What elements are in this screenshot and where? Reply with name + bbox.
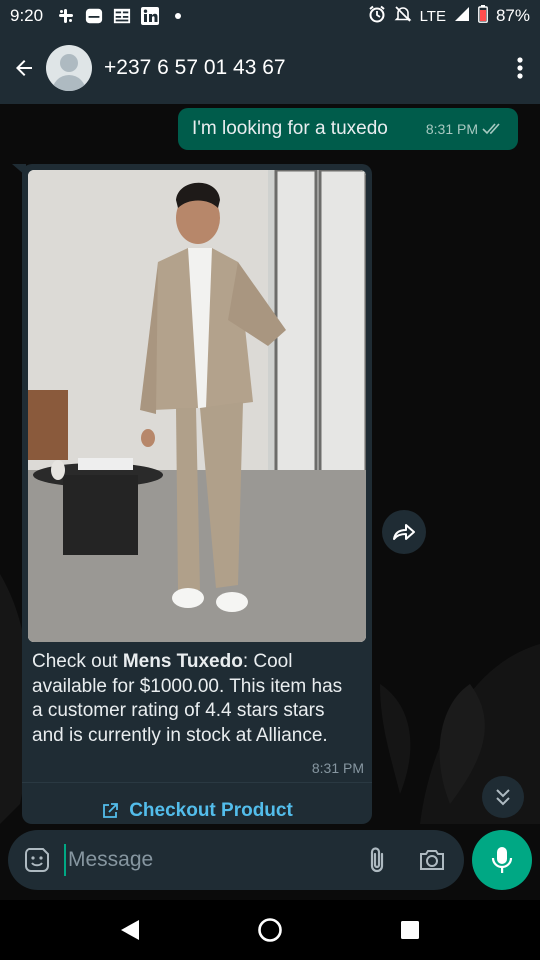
network-label: LTE <box>419 7 446 25</box>
signal-icon <box>454 6 470 27</box>
message-text-prefix: Check out <box>32 651 123 672</box>
tuxedo-photo <box>28 170 366 642</box>
nav-recents-button[interactable] <box>386 906 434 954</box>
scroll-to-bottom-button[interactable] <box>482 776 524 818</box>
camera-button[interactable] <box>412 840 452 880</box>
voice-record-button[interactable] <box>472 830 532 890</box>
chat-header: +237 6 57 01 43 67 <box>0 32 540 104</box>
outgoing-message-time: 8:31 PM <box>425 121 478 137</box>
contact-name[interactable]: +237 6 57 01 43 67 <box>104 56 286 80</box>
more-vert-icon <box>517 57 523 79</box>
forward-button[interactable] <box>382 510 426 554</box>
paperclip-icon <box>370 847 384 873</box>
message-icon <box>85 7 103 25</box>
text-cursor <box>64 844 66 876</box>
slack-icon <box>57 7 75 25</box>
emoji-button[interactable] <box>20 843 54 877</box>
status-time: 9:20 <box>10 6 44 25</box>
double-check-icon <box>482 123 500 135</box>
outgoing-message-meta: 8:31 PM <box>426 121 504 137</box>
forward-icon <box>393 524 415 540</box>
double-chevron-down-icon <box>496 789 510 806</box>
outgoing-message-text: I'm looking for a tuxedo <box>192 118 388 139</box>
incoming-message-text: Check out Mens Tuxedo: Cool available fo… <box>32 650 352 748</box>
triangle-back-icon <box>121 920 139 940</box>
overflow-menu-button[interactable] <box>500 46 540 90</box>
message-composer <box>8 830 464 890</box>
checkout-product-button[interactable]: Checkout Product <box>22 794 372 824</box>
circle-home-icon <box>258 918 282 942</box>
product-name: Mens Tuxedo <box>122 651 243 672</box>
system-navigation-bar <box>0 900 540 960</box>
bubble-divider <box>22 782 372 783</box>
incoming-message[interactable]: Check out Mens Tuxedo: Cool available fo… <box>22 164 372 824</box>
notification-icons <box>57 7 187 25</box>
status-bar: 9:20 LTE 87% <box>0 0 540 32</box>
status-right: LTE 87% <box>368 4 530 28</box>
alarm-icon <box>368 5 386 28</box>
back-arrow-icon <box>16 60 32 76</box>
avatar[interactable] <box>46 45 92 91</box>
microphone-icon <box>491 847 513 873</box>
nav-back-button[interactable] <box>106 906 154 954</box>
dot-icon <box>169 7 187 25</box>
linkedin-icon <box>141 7 160 25</box>
attach-button[interactable] <box>360 840 394 880</box>
incoming-message-time: 8:31 PM <box>311 760 364 776</box>
nav-home-button[interactable] <box>246 906 294 954</box>
square-recents-icon <box>401 921 419 939</box>
message-input[interactable] <box>68 848 318 872</box>
battery-percent: 87% <box>495 6 530 25</box>
checkout-product-label: Checkout Product <box>129 800 293 821</box>
back-button[interactable] <box>2 46 46 90</box>
news-icon <box>113 7 131 25</box>
camera-icon <box>420 850 444 870</box>
battery-icon <box>478 4 488 28</box>
outgoing-message[interactable]: I'm looking for a tuxedo 8:31 PM <box>178 108 518 150</box>
sticker-icon <box>25 848 49 872</box>
product-image[interactable] <box>28 170 366 642</box>
external-link-icon <box>103 803 119 818</box>
chat-area[interactable]: I'm looking for a tuxedo 8:31 PM Check o… <box>0 104 540 824</box>
mute-icon <box>394 5 412 28</box>
